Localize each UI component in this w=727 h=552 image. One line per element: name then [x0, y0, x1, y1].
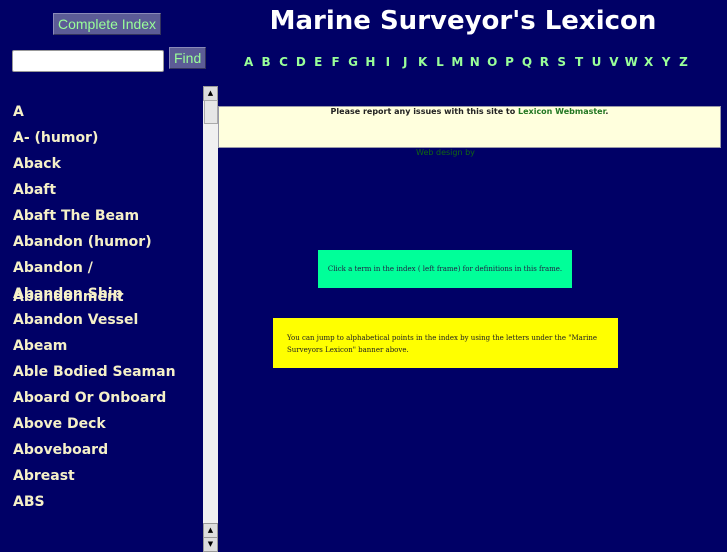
letter-link-z[interactable]: Z	[675, 55, 692, 69]
letter-link-c[interactable]: C	[275, 55, 292, 69]
letter-link-p[interactable]: P	[501, 55, 518, 69]
index-item[interactable]: A- (humor)	[0, 124, 203, 153]
index-item[interactable]: Aback	[0, 150, 203, 179]
scroll-up-icon[interactable]: ▲	[203, 86, 218, 101]
letter-link-l[interactable]: L	[431, 55, 448, 69]
index-item[interactable]: Abaft The Beam	[0, 202, 203, 231]
page-title: Marine Surveyor's Lexicon	[269, 6, 657, 36]
index-item[interactable]: Abandon Ship	[0, 280, 203, 309]
letter-link-a[interactable]: A	[240, 55, 257, 69]
instruction-box-letters: You can jump to alphabetical points in t…	[273, 318, 618, 368]
letter-link-u[interactable]: U	[588, 55, 605, 69]
letter-link-h[interactable]: H	[362, 55, 379, 69]
webmaster-link[interactable]: Lexicon Webmaster	[518, 107, 605, 116]
index-item[interactable]: Abandon (humor)	[0, 228, 203, 257]
find-button[interactable]: Find	[169, 47, 207, 69]
letter-link-x[interactable]: X	[640, 55, 657, 69]
index-item[interactable]: Above Deck	[0, 410, 203, 439]
letter-link-j[interactable]: J	[397, 55, 414, 69]
letter-link-b[interactable]: B	[257, 55, 274, 69]
letter-link-s[interactable]: S	[553, 55, 570, 69]
index-item[interactable]: Abreast	[0, 462, 203, 491]
letter-link-g[interactable]: G	[344, 55, 361, 69]
letter-link-q[interactable]: Q	[518, 55, 535, 69]
letter-link-t[interactable]: T	[570, 55, 587, 69]
letter-link-e[interactable]: E	[310, 55, 327, 69]
search-input[interactable]	[12, 50, 164, 72]
letter-link-d[interactable]: D	[292, 55, 309, 69]
letter-link-y[interactable]: Y	[657, 55, 674, 69]
notice-text: Please report any issues with this site …	[330, 107, 519, 116]
notice-banner: Please report any issues with this site …	[218, 106, 721, 148]
alphabet-nav: ABCDEFGHIJKLMNOPQRSTUVWXYZ	[240, 55, 692, 69]
letter-link-r[interactable]: R	[536, 55, 553, 69]
instruction-box-index: Click a term in the index ( left frame) …	[318, 250, 572, 288]
scroll-down-icon[interactable]: ▲	[203, 523, 218, 538]
index-item[interactable]: Aboveboard	[0, 436, 203, 465]
notice-end: .	[605, 107, 609, 116]
term-index: A A- (humor) Aback Abaft Abaft The Beam Aband…	[0, 86, 203, 545]
index-item[interactable]: A	[0, 98, 203, 127]
letter-link-w[interactable]: W	[623, 55, 640, 69]
complete-index-button[interactable]: Complete Index	[53, 13, 162, 35]
index-item[interactable]: Abaft	[0, 176, 203, 205]
scroll-thumb[interactable]	[204, 100, 218, 124]
letter-link-n[interactable]: N	[466, 55, 483, 69]
letter-link-o[interactable]: O	[483, 55, 500, 69]
letter-link-f[interactable]: F	[327, 55, 344, 69]
index-item[interactable]: Abandon / Abandonment	[0, 254, 203, 305]
index-item[interactable]: Abeam	[0, 332, 203, 361]
letter-link-m[interactable]: M	[449, 55, 466, 69]
letter-link-k[interactable]: K	[414, 55, 431, 69]
letter-link-i[interactable]: I	[379, 55, 396, 69]
index-item[interactable]: ABS	[0, 488, 203, 517]
letter-link-v[interactable]: V	[605, 55, 622, 69]
index-item[interactable]: Aboard Or Onboard	[0, 384, 203, 413]
index-item[interactable]: Abandon Vessel	[0, 306, 203, 335]
index-item[interactable]: Able Bodied Seaman	[0, 358, 203, 387]
web-design-credit[interactable]: Web design by	[416, 148, 475, 157]
index-scrollbar[interactable]: ▲ ▲ ▼	[203, 86, 218, 552]
